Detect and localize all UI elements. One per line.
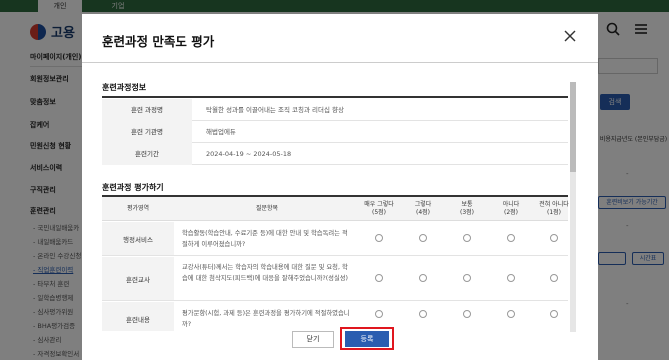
radio-1[interactable]: [550, 274, 558, 282]
institution-row: 훈련 기관명 해법업에듀: [102, 121, 568, 143]
radio-2[interactable]: [507, 274, 515, 282]
eval-question: 교강사(튜터)께서는 학습자의 학습내용에 대한 질문 및 요청, 학습에 대한…: [182, 264, 349, 282]
course-section-title: 훈련과정정보: [102, 83, 147, 92]
radio-2[interactable]: [507, 234, 515, 242]
header-area: 평가영역: [126, 205, 150, 212]
eval-row-admin: 행정서비스 학습활동(학습안내, 수료기준 등)에 대한 안내 및 학습독려는 …: [102, 222, 568, 256]
header-option-1: 전혀 아니다 (1점): [539, 201, 569, 216]
header-option-2: 아니다 (2점): [502, 201, 520, 216]
info-label: 훈련 과정명: [102, 99, 192, 121]
header-option-4: 그렇다 (4점): [414, 201, 432, 216]
modal-scroll-area[interactable]: 훈련과정정보 훈련 과정명 탁월한 성과를 이끌어내는 조직 코칭과 리더십 향…: [94, 65, 574, 331]
eval-area: 행정서비스: [102, 222, 174, 255]
eval-section-title: 훈련과정 평가하기: [102, 183, 164, 192]
eval-row-content: 훈련내용 평가문항(시험, 과제 등)은 훈련과정을 평가하기에 적절하였습니까…: [102, 302, 568, 331]
divider: [102, 96, 568, 98]
radio-3[interactable]: [463, 274, 471, 282]
radio-2[interactable]: [507, 310, 515, 318]
radio-1[interactable]: [550, 234, 558, 242]
eval-question: 학습활동(학습안내, 수료기준 등)에 대한 안내 및 학습독려는 적절하게 이…: [182, 230, 348, 248]
course-name-value: 탁월한 성과를 이끌어내는 조직 코칭과 리더십 향상: [206, 106, 344, 114]
radio-5[interactable]: [375, 310, 383, 318]
header-question: 질문항목: [255, 205, 279, 212]
eval-area: 훈련교사: [102, 257, 174, 300]
close-icon[interactable]: [564, 28, 576, 46]
eval-row-teacher: 훈련교사 교강사(튜터)께서는 학습자의 학습내용에 대한 질문 및 요청, 학…: [102, 257, 568, 301]
scrollbar-thumb[interactable]: [570, 82, 576, 172]
period-value: 2024-04-19 ~ 2024-05-18: [206, 150, 292, 158]
eval-table-header: 평가영역 질문항목 매우 그렇다 (5점) 그렇다 (4점) 보통 (3점) 아니다(…: [102, 197, 569, 221]
submit-button[interactable]: 등록: [345, 331, 389, 347]
header-option-5: 매우 그렇다 (5점): [364, 201, 394, 216]
header-option-3: 보통 (3점): [459, 201, 475, 216]
radio-3[interactable]: [463, 310, 471, 318]
divider: [82, 62, 598, 63]
info-label: 훈련 기관명: [102, 121, 192, 143]
modal-title: 훈련과정 만족도 평가: [102, 34, 215, 49]
period-row: 훈련기간 2024-04-19 ~ 2024-05-18: [102, 143, 568, 165]
course-name-row: 훈련 과정명 탁월한 성과를 이끌어내는 조직 코칭과 리더십 향상: [102, 99, 568, 121]
radio-1[interactable]: [550, 310, 558, 318]
eval-question: 평가문항(시험, 과제 등)은 훈련과정을 평가하기에 적절하였습니까?: [182, 310, 350, 328]
close-button[interactable]: 닫기: [292, 331, 334, 348]
satisfaction-modal: 훈련과정 만족도 평가 훈련과정정보 훈련 과정명 탁월한 성과를 이끌어내는 …: [82, 14, 598, 360]
radio-5[interactable]: [375, 234, 383, 242]
radio-3[interactable]: [463, 234, 471, 242]
institution-value: 해법업에듀: [206, 128, 236, 136]
radio-4[interactable]: [419, 234, 427, 242]
info-label: 훈련기간: [102, 143, 192, 165]
radio-4[interactable]: [419, 310, 427, 318]
radio-4[interactable]: [419, 274, 427, 282]
radio-5[interactable]: [375, 274, 383, 282]
eval-area: 훈련내용: [102, 302, 174, 331]
